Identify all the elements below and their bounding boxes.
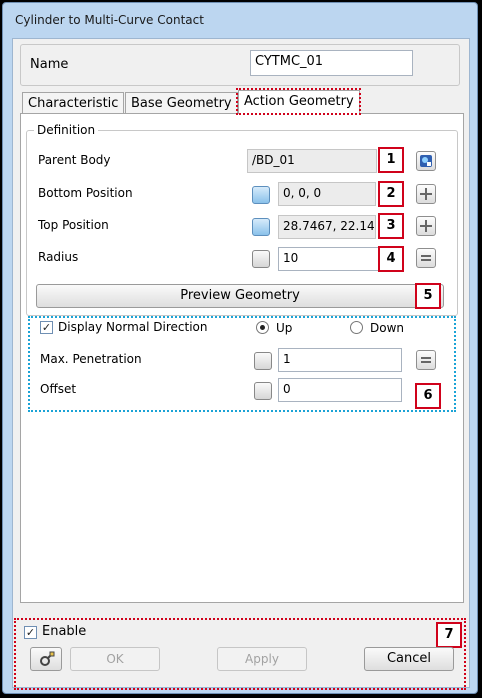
ok-button[interactable]: OK bbox=[70, 647, 160, 671]
title-bar[interactable]: Cylinder to Multi-Curve Contact bbox=[3, 3, 477, 33]
callout-5: 5 bbox=[415, 283, 441, 309]
tab-characteristic[interactable]: Characteristic bbox=[22, 92, 125, 114]
tab-base-geometry[interactable]: Base Geometry bbox=[125, 92, 238, 114]
display-normal-checkbox[interactable]: ✓ bbox=[40, 321, 53, 334]
bottom-position-field[interactable]: 0, 0, 0 bbox=[278, 182, 376, 206]
callout-4: 4 bbox=[378, 246, 404, 272]
equals-icon bbox=[421, 357, 431, 363]
direction-up-radio[interactable] bbox=[256, 321, 269, 334]
max-penetration-toggle[interactable] bbox=[254, 352, 272, 370]
crosshair-icon bbox=[420, 188, 432, 200]
name-label: Name bbox=[30, 57, 69, 72]
enable-label: Enable bbox=[42, 624, 87, 639]
parent-body-label: Parent Body bbox=[38, 153, 111, 167]
tool-icon bbox=[40, 651, 55, 666]
cancel-button[interactable]: Cancel bbox=[364, 647, 454, 671]
callout-7: 7 bbox=[436, 622, 462, 648]
bottom-position-label: Bottom Position bbox=[38, 186, 133, 200]
max-penetration-label: Max. Penetration bbox=[40, 352, 142, 366]
parent-body-field[interactable]: /BD_01 bbox=[247, 149, 377, 173]
offset-input[interactable]: 0 bbox=[278, 378, 402, 402]
radius-label: Radius bbox=[38, 250, 79, 264]
action-geometry-highlight bbox=[236, 88, 361, 115]
direction-down-radio[interactable] bbox=[350, 321, 363, 334]
parent-body-select-button[interactable] bbox=[416, 151, 436, 171]
top-position-label: Top Position bbox=[38, 218, 109, 232]
preview-geometry-button[interactable]: Preview Geometry bbox=[36, 284, 444, 308]
direction-down-label: Down bbox=[370, 321, 405, 335]
crosshair-icon bbox=[420, 220, 432, 232]
callout-1: 1 bbox=[378, 147, 404, 173]
enable-checkbox[interactable]: ✓ bbox=[24, 626, 37, 639]
body-select-icon bbox=[420, 155, 432, 167]
display-normal-label: Display Normal Direction bbox=[58, 320, 208, 334]
top-position-pick-button[interactable] bbox=[416, 216, 436, 236]
offset-label: Offset bbox=[40, 382, 77, 396]
name-input[interactable]: CYTMC_01 bbox=[250, 50, 413, 76]
direction-up-label: Up bbox=[276, 321, 293, 335]
top-position-field[interactable]: 28.7467, 22.14 bbox=[278, 215, 376, 239]
offset-toggle[interactable] bbox=[254, 382, 272, 400]
radius-expression-button[interactable] bbox=[416, 248, 436, 268]
bottom-position-toggle[interactable] bbox=[252, 186, 270, 204]
callout-6: 6 bbox=[415, 383, 441, 409]
top-position-toggle[interactable] bbox=[252, 218, 270, 236]
callout-2: 2 bbox=[378, 181, 404, 207]
equals-icon bbox=[421, 255, 431, 261]
window-title: Cylinder to Multi-Curve Contact bbox=[15, 13, 204, 27]
max-penetration-expression-button[interactable] bbox=[416, 350, 436, 370]
apply-button[interactable]: Apply bbox=[217, 647, 307, 671]
bottom-position-pick-button[interactable] bbox=[416, 184, 436, 204]
radius-toggle[interactable] bbox=[252, 250, 270, 268]
max-penetration-input[interactable]: 1 bbox=[278, 348, 402, 372]
tool-button[interactable] bbox=[30, 647, 62, 671]
definition-title: Definition bbox=[34, 123, 99, 137]
callout-3: 3 bbox=[378, 213, 404, 239]
